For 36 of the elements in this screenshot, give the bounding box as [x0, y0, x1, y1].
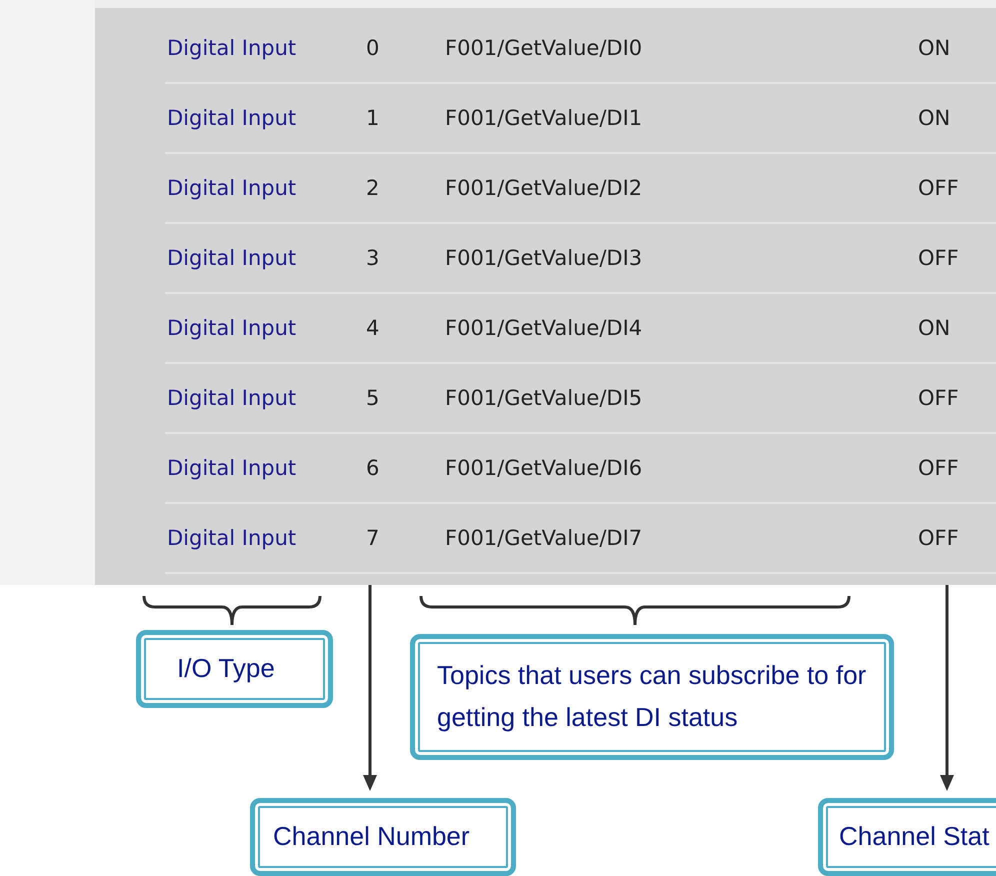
channel-cell-text: 4: [366, 316, 380, 340]
channel-cell-text: 7: [366, 526, 380, 550]
io-type-cell-text: Digital Input: [166, 526, 298, 550]
topic-cell-text: F001/GetValue/DI1: [445, 106, 644, 130]
status-cell-text: ON: [918, 106, 952, 130]
status-cell-text: ON: [918, 316, 952, 340]
topic-cell-text: F001/GetValue/DI7: [445, 526, 644, 550]
io-type-cell-text: Digital Input: [166, 316, 298, 340]
topic-cell-text: F001/GetValue/DI6: [445, 456, 644, 480]
channel-cell-text: 2: [366, 176, 380, 200]
topic-cell-text: F001/GetValue/DI0: [445, 36, 644, 60]
status-cell-text: OFF: [918, 386, 960, 410]
channel-cell-text: 1: [366, 106, 380, 130]
callout-label: I/O Type: [136, 630, 333, 708]
topic-cell-text: F001/GetValue/DI5: [445, 386, 644, 410]
channel-cell-text: 6: [366, 456, 380, 480]
io-type-cell-text: Digital Input: [166, 246, 298, 270]
io-type-cell-text: Digital Input: [166, 106, 298, 130]
callout-label: Channel Number: [250, 798, 516, 876]
topic-cell-text: F001/GetValue/DI4: [445, 316, 644, 340]
io-type-cell-text: Digital Input: [166, 386, 298, 410]
status-cell-text: OFF: [918, 526, 960, 550]
topic-cell-text: F001/GetValue/DI3: [445, 246, 644, 270]
io-type-cell-text: Digital Input: [166, 36, 298, 60]
io-type-cell-text: Digital Input: [166, 176, 298, 200]
status-cell-text: OFF: [918, 176, 960, 200]
status-cell-text: OFF: [918, 456, 960, 480]
topic-cell-text: F001/GetValue/DI2: [445, 176, 644, 200]
channel-cell-text: 5: [366, 386, 380, 410]
channel-cell-text: 3: [366, 246, 380, 270]
status-cell-text: OFF: [918, 246, 960, 270]
io-type-cell-text: Digital Input: [166, 456, 298, 480]
status-cell-text: ON: [918, 36, 952, 60]
callout-label: Topics that users can subscribe to for getting the latest DI status: [410, 634, 894, 760]
channel-cell-text: 0: [366, 36, 380, 60]
callout-label: Channel Stat: [818, 798, 996, 876]
